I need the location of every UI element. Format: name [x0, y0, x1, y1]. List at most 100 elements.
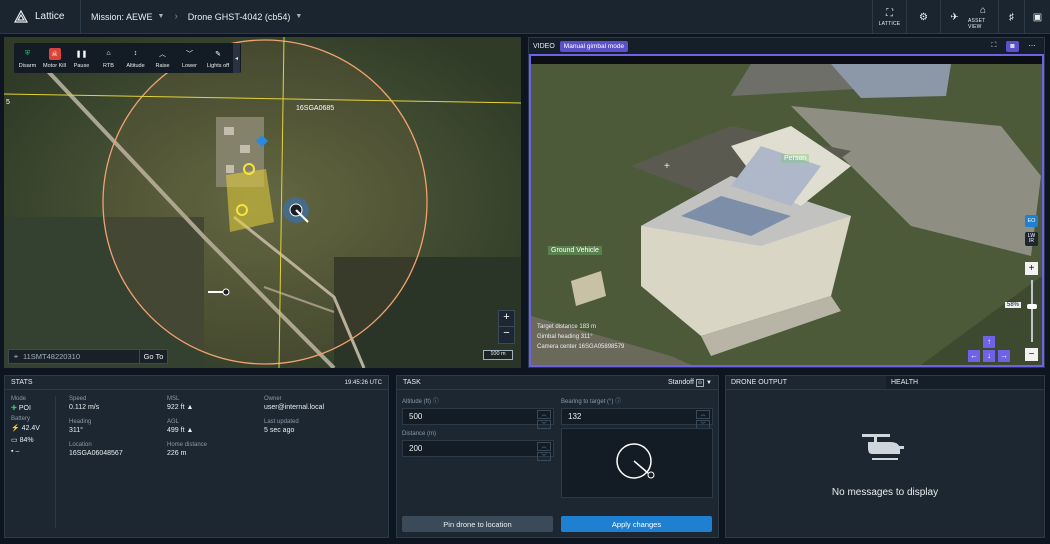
gimbal-up-button[interactable]: ↑ [983, 336, 995, 348]
pause-button[interactable]: ❚❚ Pause [68, 43, 95, 73]
video-zoom-out-button[interactable]: − [1025, 348, 1038, 361]
video-header: VIDEO Manual gimbal mode ⛶ ◙ ⋯ [529, 38, 1044, 54]
altitude-stepper[interactable]: ︿ ﹀ [537, 410, 551, 429]
lights-off-label: Lights off [206, 62, 230, 69]
coordinate-input[interactable]: 11SMT48220310 [23, 352, 139, 361]
lower-button[interactable]: ﹀ Lower [176, 43, 203, 73]
task-mode-text: Standoff [667, 379, 694, 386]
helicopter-icon [860, 428, 910, 468]
settings-button[interactable]: ⚙ [906, 0, 940, 34]
focus-icon[interactable]: ⛶ [987, 42, 1001, 50]
pause-label: Pause [73, 62, 90, 69]
map-zoom-in-button[interactable]: + [499, 311, 514, 327]
info-icon: ⓘ [615, 399, 622, 405]
decrement-icon[interactable]: ﹀ [537, 420, 551, 429]
lwir-toggle[interactable]: LW IR [1025, 232, 1038, 246]
gimbal-left-button[interactable]: ← [968, 350, 980, 362]
map-zoom-out-button[interactable]: − [499, 327, 514, 343]
video-title: VIDEO [533, 42, 555, 50]
increment-icon[interactable]: ︿ [696, 410, 710, 419]
distance-input-value: 200 [409, 444, 423, 453]
skull-icon: ☠ [48, 47, 61, 60]
camera-mode-button[interactable]: ◙ [1006, 40, 1019, 52]
person-detection-label[interactable]: Person [781, 154, 810, 163]
drone-view-button[interactable]: ✈ [940, 0, 968, 34]
telemetry-overlay: Target distance 183 m Gimbal heading 311… [537, 322, 624, 352]
motor-kill-button[interactable]: ☠ Motor Kill [41, 43, 68, 73]
map-view[interactable]: ⛨ Disarm ☠ Motor Kill ❚❚ Pause ⌂ RTB ↕ Altitu… [4, 37, 521, 368]
lattice-view-label: LATTICE [878, 20, 901, 27]
mode-label: Mode [11, 396, 27, 402]
chevron-down-icon: ﹀ [186, 50, 193, 58]
top-bar: Lattice Mission: AEWE ▼ › Drone GHST-404… [0, 0, 1050, 34]
bearing-input[interactable]: 132 ︿ ﹀ [561, 408, 713, 429]
layout-button[interactable]: ▣ [1024, 0, 1050, 34]
battery-voltage: ⚡ 42.4V [11, 424, 40, 432]
eo-toggle[interactable]: EO [1025, 215, 1038, 227]
mode-text: POI [18, 405, 31, 412]
signal-icon: ▪ [11, 448, 14, 455]
gimbal-down-button[interactable]: ↓ [983, 350, 995, 362]
altitude-field-text: Altitude (ft) [402, 399, 432, 405]
disarm-label: Disarm [18, 62, 37, 69]
map-pin-icon: ⌖ [13, 351, 19, 361]
agl-value: 499 ft ▲ [167, 427, 257, 434]
stats-time: 19:45:26 UTC [344, 379, 382, 386]
gimbal-right-button[interactable]: → [998, 350, 1010, 362]
gimbal-mode-badge[interactable]: Manual gimbal mode [559, 40, 629, 52]
sliders-button[interactable]: ♯ [998, 0, 1024, 34]
altitude-button[interactable]: ↕ Altitude [122, 43, 149, 73]
brand-name: Lattice [35, 11, 65, 22]
brand[interactable]: Lattice [0, 0, 81, 33]
heading-value: 311° [69, 427, 83, 434]
mission-selector[interactable]: Mission: AEWE ▼ [81, 0, 174, 33]
tab-health[interactable]: HEALTH [886, 376, 1044, 389]
lattice-view-button[interactable]: ⛶ LATTICE [872, 0, 906, 34]
lattice-logo-icon [14, 9, 28, 23]
vehicle-detection-label[interactable]: Ground Vehicle [548, 246, 602, 255]
zoom-slider-thumb[interactable] [1027, 304, 1037, 309]
msl-label: MSL [167, 396, 180, 402]
altitude-icon: ↕ [133, 50, 138, 57]
increment-icon[interactable]: ︿ [537, 442, 551, 451]
decrement-icon[interactable]: ﹀ [537, 452, 551, 461]
speed-label: Speed [69, 396, 87, 402]
mode-value: ✚ POI [11, 404, 40, 412]
task-header: TASK Standoff ⊙ ▼ [397, 376, 718, 390]
battery-icon: ▭ [11, 437, 18, 444]
apply-changes-button[interactable]: Apply changes [561, 516, 712, 532]
asset-view-button[interactable]: ⌂ ASSET VIEW [968, 0, 998, 34]
lights-off-button[interactable]: ✎ Lights off [203, 43, 233, 73]
altitude-input[interactable]: 500 ︿ ﹀ [402, 408, 554, 429]
more-options-icon[interactable]: ⋯ [1024, 42, 1040, 50]
heading-label: Heading [69, 419, 92, 425]
drone-selector[interactable]: Drone GHST-4042 (cb54) ▼ [178, 0, 312, 33]
standoff-icon: ⊙ [695, 379, 705, 387]
task-panel: TASK Standoff ⊙ ▼ Altitude (ft) ⓘ 500 ︿ ﹀ … [396, 375, 719, 538]
satellite-map [4, 37, 521, 368]
zoom-slider-track[interactable] [1031, 280, 1033, 342]
increment-icon[interactable]: ︿ [537, 410, 551, 419]
pin-drone-button[interactable]: Pin drone to location [402, 516, 553, 532]
video-zoom-in-button[interactable]: + [1025, 262, 1038, 275]
bearing-dial[interactable] [561, 428, 713, 498]
distance-input[interactable]: 200 ︿ ﹀ [402, 440, 554, 461]
coordinate-search[interactable]: ⌖ 11SMT48220310 Go To [8, 349, 168, 364]
rtb-button[interactable]: ⌂ RTB [95, 43, 122, 73]
disarm-button[interactable]: ⛨ Disarm [14, 43, 41, 73]
collapse-toolbar-button[interactable]: ◂ [233, 43, 240, 73]
bearing-stepper[interactable]: ︿ ﹀ [696, 410, 710, 429]
go-to-button[interactable]: Go To [139, 350, 167, 363]
distance-stepper[interactable]: ︿ ﹀ [537, 442, 551, 461]
sliders-icon: ♯ [1009, 11, 1014, 23]
tab-drone-output[interactable]: DRONE OUTPUT [726, 379, 886, 386]
camera-image [531, 56, 1042, 365]
video-feed[interactable]: Person Ground Vehicle + Target distance … [529, 54, 1044, 367]
bearing-field-label: Bearing to target (°) ⓘ [561, 396, 713, 405]
lightning-icon: ⚡ [11, 425, 20, 432]
drone-icon: ✚ [11, 405, 17, 412]
task-mode-dropdown[interactable]: Standoff ⊙ ▼ [667, 379, 712, 387]
chevron-up-icon: ︿ [159, 50, 166, 58]
bearing-field-text: Bearing to target (°) [561, 399, 614, 405]
raise-button[interactable]: ︿ Raise [149, 43, 176, 73]
